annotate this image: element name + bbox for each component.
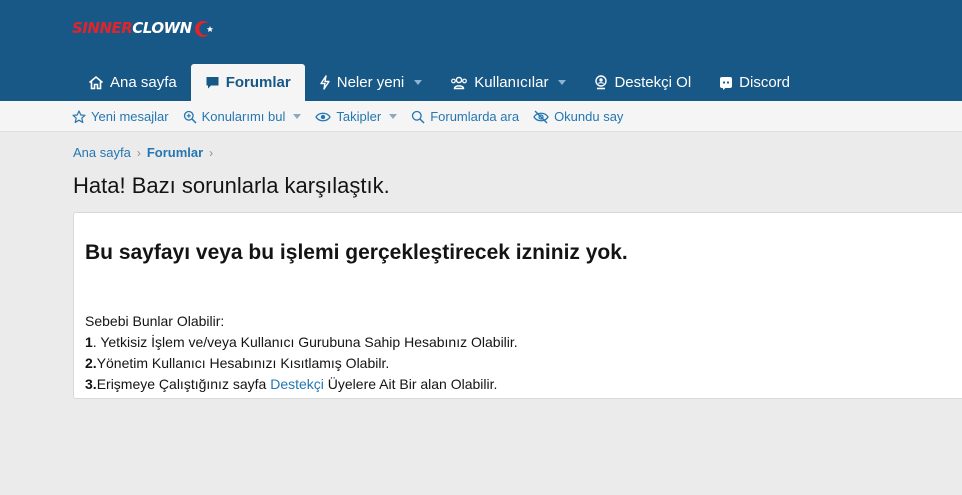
breadcrumb: Ana sayfa › Forumlar › — [73, 145, 219, 160]
subnav-search-forums[interactable]: Forumlarda ara — [411, 109, 519, 124]
error-body: Sebebi Bunlar Olabilir: 1. Yetkisiz İşle… — [85, 311, 518, 395]
logo-text-part1: SINNER — [72, 19, 133, 37]
reason-item: 1. Yetkisiz İşlem ve/veya Kullanıcı Guru… — [85, 332, 518, 353]
subnav-mark-read-label: Okundu say — [554, 109, 624, 124]
reason-text: . Yetkisiz İşlem ve/veya Kullanıcı Gurub… — [92, 334, 518, 350]
subnav-search-forums-label: Forumlarda ara — [430, 109, 520, 124]
breadcrumb-forums[interactable]: Forumlar — [147, 145, 203, 160]
nav-tab-supporter-label: Destekçi Ol — [614, 74, 692, 91]
discord-icon — [719, 76, 733, 90]
reason-item: 2.Yönetim Kullanıcı Hesabınızı Kısıtlamı… — [85, 353, 518, 374]
page-title: Hata! Bazı sorunlarla karşılaştık. — [73, 173, 390, 198]
chevron-down-icon[interactable] — [558, 80, 567, 85]
eye-slash-icon — [533, 110, 549, 124]
subnav-find-threads[interactable]: Konularımı bul — [183, 109, 302, 124]
comment-icon — [205, 75, 220, 90]
nav-tab-supporter[interactable]: Destekçi Ol — [580, 64, 705, 101]
chevron-down-icon[interactable] — [293, 114, 302, 119]
sub-nav: Yeni mesajlar Konularımı bul Takipler Fo… — [0, 101, 962, 132]
star-icon — [72, 109, 86, 124]
supporter-link[interactable]: Destekçi — [270, 376, 324, 392]
error-block: Bu sayfayı veya bu işlemi gerçekleştirec… — [73, 212, 962, 399]
nav-tab-members-label: Kullanıcılar — [474, 74, 549, 91]
chevron-down-icon[interactable] — [389, 114, 398, 119]
nav-tab-whats-new-label: Neler yeni — [336, 74, 405, 91]
subnav-new-posts[interactable]: Yeni mesajlar — [72, 109, 169, 124]
nav-tab-home[interactable]: Ana sayfa — [74, 64, 191, 101]
error-heading: Bu sayfayı veya bu işlemi gerçekleştirec… — [85, 241, 628, 264]
nav-tab-whats-new[interactable]: Neler yeni — [305, 64, 437, 101]
chevron-down-icon[interactable] — [414, 80, 423, 85]
reason-text-before: Erişmeye Çalıştığınız sayfa — [96, 376, 271, 392]
nav-tab-forums-label: Forumlar — [225, 74, 291, 91]
logo-text: SINNERCLOWN — [72, 19, 192, 37]
crescent-star-icon — [193, 18, 213, 38]
reason-text: Yönetim Kullanıcı Hesabınızı Kısıtlamış … — [96, 355, 390, 371]
bolt-icon — [319, 75, 331, 90]
eye-icon — [315, 111, 332, 123]
site-header: SINNERCLOWN Ana sayfa Forumlar Neler yen… — [0, 0, 962, 101]
reason-number: 1 — [85, 334, 93, 350]
logo-text-part2: CLOWN — [132, 19, 192, 37]
nav-tab-discord[interactable]: Discord — [705, 64, 804, 101]
search-plus-icon — [183, 110, 197, 124]
home-icon — [88, 75, 104, 90]
error-intro: Sebebi Bunlar Olabilir: — [85, 313, 225, 329]
subnav-mark-read[interactable]: Okundu say — [533, 109, 623, 124]
main-nav: Ana sayfa Forumlar Neler yeni Kullanıcıl… — [74, 64, 804, 101]
nav-tab-forums[interactable]: Forumlar — [190, 64, 305, 101]
nav-tab-discord-label: Discord — [739, 74, 791, 91]
reason-number: 3. — [85, 376, 97, 392]
site-logo[interactable]: SINNERCLOWN — [72, 13, 213, 43]
reason-text-after: Üyelere Ait Bir alan Olabilir. — [323, 376, 498, 392]
search-icon — [411, 110, 425, 124]
breadcrumb-home[interactable]: Ana sayfa — [73, 145, 131, 160]
chevron-right-icon: › — [136, 145, 141, 160]
badge-icon — [594, 75, 608, 90]
subnav-new-posts-label: Yeni mesajlar — [91, 109, 169, 124]
reason-item: 3.Erişmeye Çalıştığınız sayfa Destekçi Ü… — [85, 374, 518, 395]
reason-number: 2. — [85, 355, 97, 371]
nav-tab-home-label: Ana sayfa — [110, 74, 177, 91]
subnav-find-threads-label: Konularımı bul — [201, 109, 286, 124]
nav-tab-members[interactable]: Kullanıcılar — [436, 64, 580, 101]
subnav-watched-label: Takipler — [336, 109, 382, 124]
chevron-right-icon: › — [209, 145, 214, 160]
users-icon — [450, 76, 468, 90]
subnav-watched[interactable]: Takipler — [315, 109, 398, 124]
